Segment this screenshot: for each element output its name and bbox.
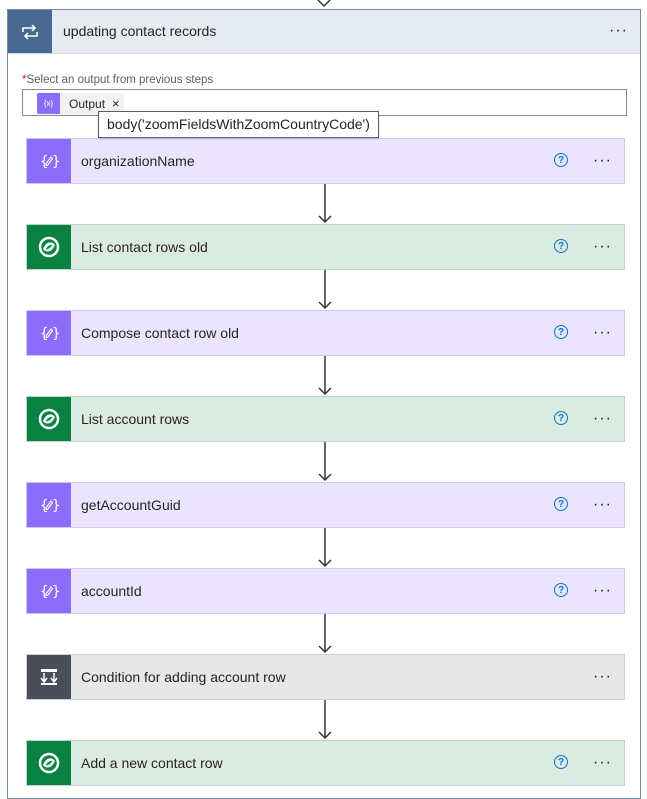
help-icon[interactable]: ?: [554, 325, 568, 339]
step-card[interactable]: {} organizationName? ···: [26, 138, 625, 184]
output-field-label-text: Select an output from previous steps: [26, 74, 214, 86]
help-icon[interactable]: ?: [554, 411, 568, 425]
compose-icon: {}: [27, 483, 71, 527]
help-icon[interactable]: ?: [554, 755, 568, 769]
step-menu-button[interactable]: ···: [593, 755, 612, 771]
dataverse-icon: [27, 741, 71, 785]
step-card[interactable]: Add a new contact row? ···: [26, 740, 625, 786]
step-title: List contact rows old: [81, 239, 208, 255]
step-menu-button[interactable]: ···: [593, 497, 612, 513]
step-menu-button[interactable]: ···: [593, 669, 612, 685]
loop-icon: [8, 10, 52, 53]
dataverse-icon: [27, 397, 71, 441]
connector-arrow: [318, 614, 332, 654]
step-card[interactable]: {} accountId? ···: [26, 568, 625, 614]
step-title: accountId: [81, 583, 142, 599]
step-card[interactable]: {} getAccountGuid? ···: [26, 482, 625, 528]
scope-menu-button[interactable]: ···: [609, 23, 628, 39]
step-title: Add a new contact row: [81, 755, 223, 771]
step-title: List account rows: [81, 411, 190, 427]
svg-text:}: }: [52, 154, 59, 170]
incoming-connector-arrow: [317, 0, 331, 8]
step-card[interactable]: {} Compose contact row old? ···: [26, 310, 625, 356]
dataverse-icon: [27, 225, 71, 269]
condition-icon: [27, 655, 71, 699]
compose-icon: {}: [27, 569, 71, 613]
step-title: organizationName: [81, 153, 195, 169]
expression-tooltip: body('zoomFieldsWithZoomCountryCode'): [98, 111, 379, 138]
compose-icon: {}: [27, 139, 71, 183]
step-menu-button[interactable]: ···: [593, 153, 612, 169]
output-token-label: Output: [69, 96, 106, 111]
svg-text:}: }: [52, 326, 59, 342]
step-menu-button[interactable]: ···: [593, 239, 612, 255]
help-icon[interactable]: ?: [554, 153, 568, 167]
connector-arrow: [318, 184, 332, 224]
connector-arrow: [318, 528, 332, 568]
step-title: Compose contact row old: [81, 325, 239, 341]
step-card[interactable]: List account rows? ···: [26, 396, 625, 442]
step-card[interactable]: Condition for adding account row ···: [26, 654, 625, 700]
step-card[interactable]: List contact rows old? ···: [26, 224, 625, 270]
step-title: Condition for adding account row: [81, 669, 286, 685]
step-title: getAccountGuid: [81, 497, 181, 513]
connector-arrow: [318, 442, 332, 482]
output-field-label: *Select an output from previous steps: [22, 74, 213, 86]
scope-header[interactable]: updating contact records ···: [8, 10, 640, 54]
step-menu-button[interactable]: ···: [593, 325, 612, 341]
help-icon[interactable]: ?: [554, 497, 568, 511]
remove-token-icon[interactable]: ×: [112, 96, 120, 111]
step-menu-button[interactable]: ···: [593, 583, 612, 599]
svg-text:}: }: [52, 498, 59, 514]
svg-text:}: }: [52, 584, 59, 600]
connector-arrow: [318, 270, 332, 310]
help-icon[interactable]: ?: [554, 239, 568, 253]
help-icon[interactable]: ?: [554, 583, 568, 597]
expression-icon: {x}: [37, 93, 60, 114]
step-menu-button[interactable]: ···: [593, 411, 612, 427]
compose-icon: {}: [27, 311, 71, 355]
scope-title: updating contact records: [63, 23, 217, 39]
connector-arrow: [318, 356, 332, 396]
connector-arrow: [318, 700, 332, 740]
